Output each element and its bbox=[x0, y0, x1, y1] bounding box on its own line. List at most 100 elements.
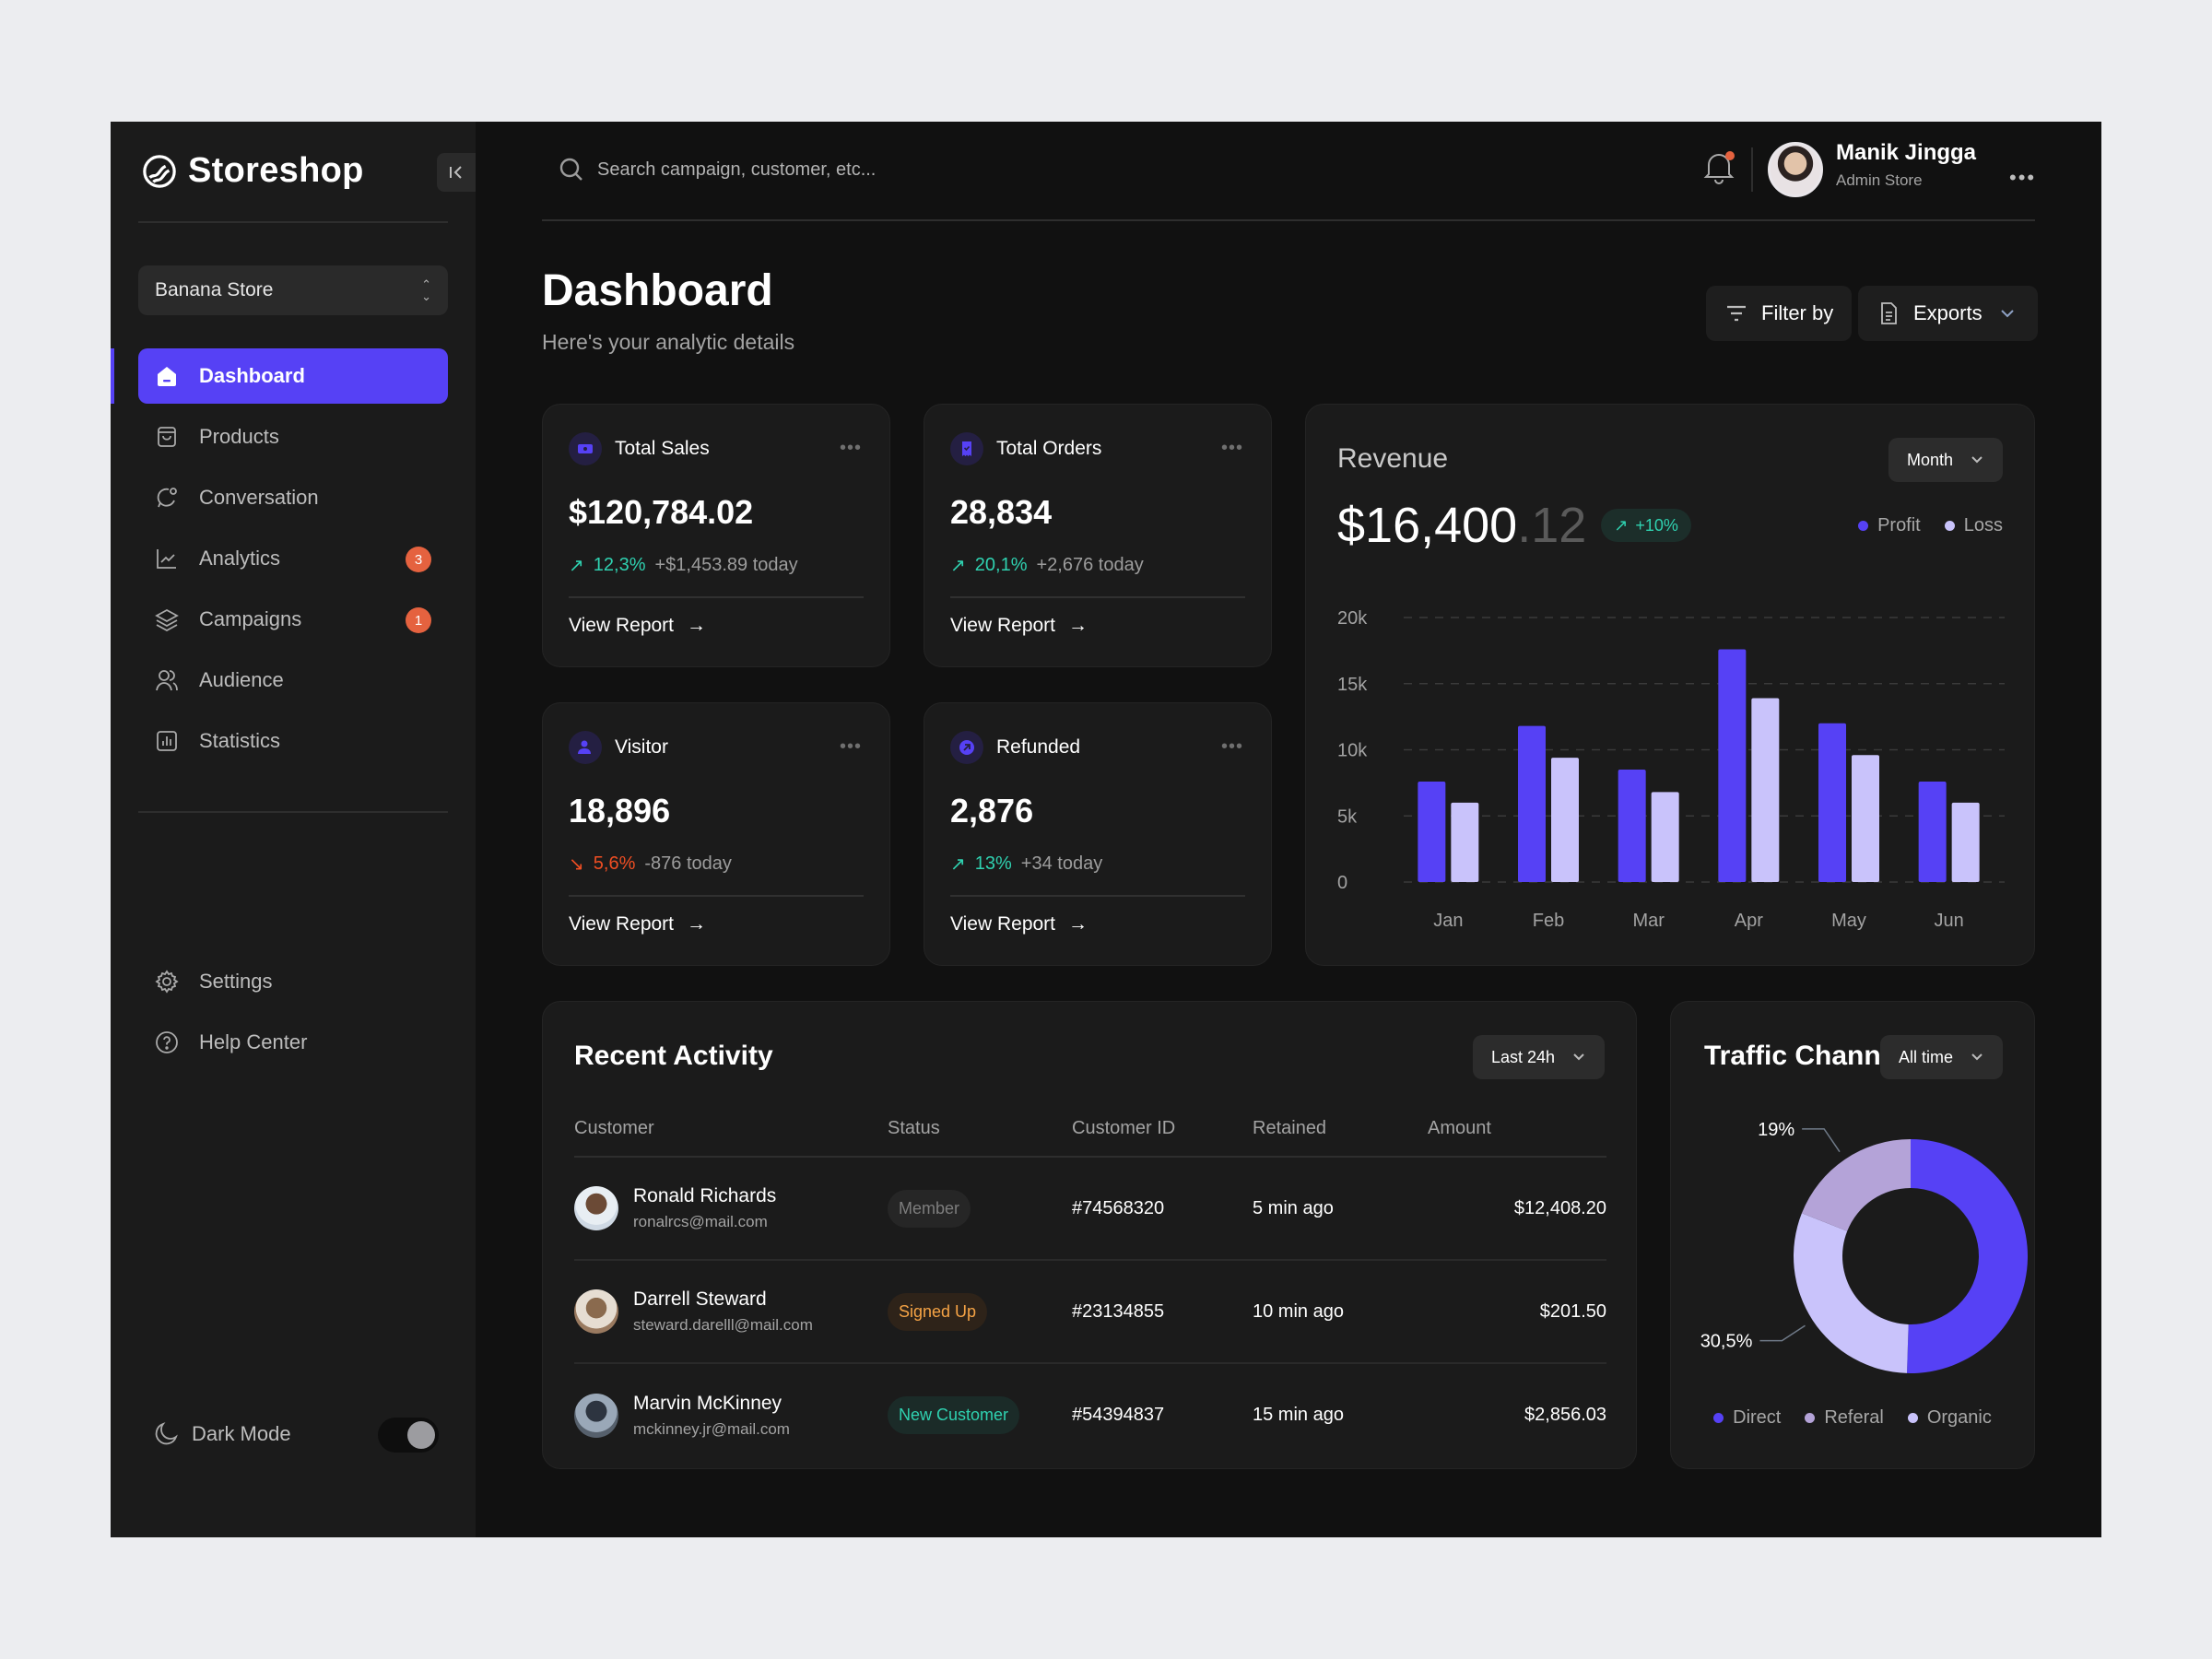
period-value: All time bbox=[1898, 1047, 1953, 1066]
more-options-icon[interactable]: ••• bbox=[1221, 736, 1243, 758]
app-name: Storeshop bbox=[188, 151, 364, 190]
arrow-right-icon: → bbox=[1068, 615, 1088, 636]
document-icon bbox=[1881, 302, 1897, 324]
view-report-link[interactable]: View Report → bbox=[950, 615, 1088, 637]
customer-name: Marvin McKinney bbox=[633, 1392, 782, 1414]
traffic-legend: Direct Referal Organic bbox=[1671, 1407, 2034, 1429]
active-indicator bbox=[111, 348, 114, 404]
sidebar-divider bbox=[138, 221, 448, 223]
arrow-up-right-icon: ↗ bbox=[950, 556, 966, 576]
search-input[interactable]: Search campaign, customer, etc... bbox=[597, 159, 876, 181]
sidebar-item-label: Statistics bbox=[199, 729, 281, 752]
legend-dot bbox=[1713, 1413, 1724, 1424]
collapse-sidebar-button[interactable] bbox=[437, 153, 476, 192]
legend-label: Direct bbox=[1733, 1407, 1782, 1428]
sidebar-item-help-center[interactable]: Help Center bbox=[138, 1015, 448, 1070]
revenue-value: $16,400.12 ↗ +10% bbox=[1337, 497, 1691, 554]
sidebar-item-analytics[interactable]: Analytics 3 bbox=[138, 531, 448, 586]
x-tick-label: Feb bbox=[1533, 911, 1564, 931]
revenue-main: $16,400 bbox=[1337, 498, 1518, 553]
more-options-icon[interactable]: ••• bbox=[1221, 438, 1243, 459]
sidebar-item-dashboard[interactable]: Dashboard bbox=[138, 348, 448, 404]
column-header[interactable]: Retained bbox=[1253, 1101, 1428, 1158]
sidebar-item-label: Conversation bbox=[199, 486, 319, 509]
filter-button[interactable]: Filter by bbox=[1706, 286, 1853, 341]
user-info[interactable]: Manik Jingga Admin Store bbox=[1836, 140, 1976, 190]
customer-name: Darrell Steward bbox=[633, 1288, 767, 1310]
view-report-label: View Report bbox=[569, 913, 675, 935]
dark-mode-row: Dark Mode bbox=[153, 1414, 439, 1454]
user-avatar[interactable] bbox=[1768, 142, 1823, 197]
column-header[interactable]: Status bbox=[888, 1101, 1072, 1158]
app-logo[interactable]: Storeshop bbox=[142, 151, 364, 191]
sidebar-item-campaigns[interactable]: Campaigns 1 bbox=[138, 592, 448, 647]
table-row[interactable]: Marvin McKinney mckinney.jr@mail.com New … bbox=[574, 1363, 1606, 1466]
notifications-button[interactable] bbox=[1703, 149, 1736, 186]
sidebar-item-settings[interactable]: Settings bbox=[138, 954, 448, 1009]
status-badge: Member bbox=[888, 1189, 971, 1228]
customer-name: Ronald Richards bbox=[633, 1185, 777, 1206]
sidebar-item-conversation[interactable]: Conversation bbox=[138, 470, 448, 525]
stat-value: 28,834 bbox=[950, 493, 1053, 531]
view-report-link[interactable]: View Report → bbox=[950, 913, 1088, 935]
legend-dot bbox=[1805, 1413, 1816, 1424]
sidebar-divider bbox=[138, 811, 448, 813]
legend-profit: Profit bbox=[1858, 515, 1921, 536]
slice-label: 19% bbox=[1758, 1120, 1794, 1140]
sidebar-nav: Dashboard Products Conversation Analytic… bbox=[138, 348, 448, 774]
chevron-down-icon bbox=[1971, 1053, 1983, 1061]
legend-label: Loss bbox=[1963, 515, 2003, 535]
revenue-cents: .12 bbox=[1517, 498, 1587, 553]
search-icon bbox=[559, 158, 582, 181]
legend-label: Organic bbox=[1926, 1407, 1992, 1428]
status-badge: New Customer bbox=[888, 1396, 1020, 1434]
arrow-up-right-icon: ↗ bbox=[950, 854, 966, 875]
chevron-down-icon bbox=[1971, 456, 1983, 464]
view-report-label: View Report bbox=[950, 615, 1056, 636]
more-options-icon[interactable]: ••• bbox=[840, 438, 862, 459]
stat-change: 13% bbox=[974, 853, 1012, 874]
exports-button[interactable]: Exports bbox=[1858, 286, 2038, 341]
card-divider bbox=[569, 895, 864, 897]
bar-loss-jun bbox=[1951, 802, 1980, 882]
view-report-link[interactable]: View Report → bbox=[569, 913, 706, 935]
sidebar-item-products[interactable]: Products bbox=[138, 409, 448, 465]
column-header[interactable]: Amount bbox=[1428, 1101, 1606, 1158]
layers-icon bbox=[155, 607, 179, 631]
toggle-knob bbox=[407, 1421, 435, 1449]
period-dropdown[interactable]: Month bbox=[1888, 438, 2003, 482]
column-header[interactable]: Customer ID bbox=[1072, 1101, 1253, 1158]
stat-today: -876 today bbox=[644, 853, 732, 874]
retained: 5 min ago bbox=[1253, 1157, 1428, 1261]
table-header-row: Customer Status Customer ID Retained Amo… bbox=[574, 1101, 1606, 1158]
retained: 10 min ago bbox=[1253, 1260, 1428, 1364]
header-separator bbox=[1751, 147, 1753, 192]
sidebar-item-audience[interactable]: Audience bbox=[138, 653, 448, 708]
donut-slice-direct bbox=[1907, 1139, 2028, 1373]
traffic-period-dropdown[interactable]: All time bbox=[1879, 1035, 2003, 1079]
sidebar: Storeshop Banana Store ⌃ ⌄ Dashboard Prod… bbox=[111, 122, 476, 1537]
app-window: Storeshop Banana Store ⌃ ⌄ Dashboard Prod… bbox=[111, 122, 2101, 1537]
y-tick-label: 15k bbox=[1337, 675, 1368, 695]
store-selector[interactable]: Banana Store ⌃ ⌄ bbox=[138, 265, 448, 315]
bar-profit-jan bbox=[1418, 781, 1446, 882]
dark-mode-toggle[interactable] bbox=[378, 1418, 439, 1453]
table-row[interactable]: Darrell Steward steward.darelll@mail.com … bbox=[574, 1260, 1606, 1364]
table-row[interactable]: Ronald Richards ronalrcs@mail.com Member … bbox=[574, 1157, 1606, 1261]
view-report-label: View Report bbox=[569, 615, 675, 636]
revenue-change: +10% bbox=[1635, 515, 1678, 535]
view-report-link[interactable]: View Report → bbox=[569, 615, 706, 637]
bar-profit-mar bbox=[1618, 770, 1646, 882]
store-selector-value: Banana Store bbox=[155, 279, 274, 300]
search-bar[interactable]: Search campaign, customer, etc... bbox=[559, 157, 876, 182]
slice-label: 30,5% bbox=[1700, 1332, 1753, 1352]
more-options-icon[interactable]: ••• bbox=[840, 736, 862, 758]
stat-change: 20,1% bbox=[974, 555, 1028, 575]
stat-card-refunded: Refunded ••• 2,876 ↗ 13% +34 today View Re… bbox=[924, 702, 1272, 966]
sidebar-item-statistics[interactable]: Statistics bbox=[138, 713, 448, 769]
column-header[interactable]: Customer bbox=[574, 1101, 888, 1158]
more-options-icon[interactable]: ••• bbox=[2009, 166, 2036, 190]
stat-title: Refunded bbox=[996, 736, 1081, 758]
activity-period-dropdown[interactable]: Last 24h bbox=[1472, 1035, 1605, 1079]
sidebar-item-label: Dashboard bbox=[199, 364, 305, 387]
